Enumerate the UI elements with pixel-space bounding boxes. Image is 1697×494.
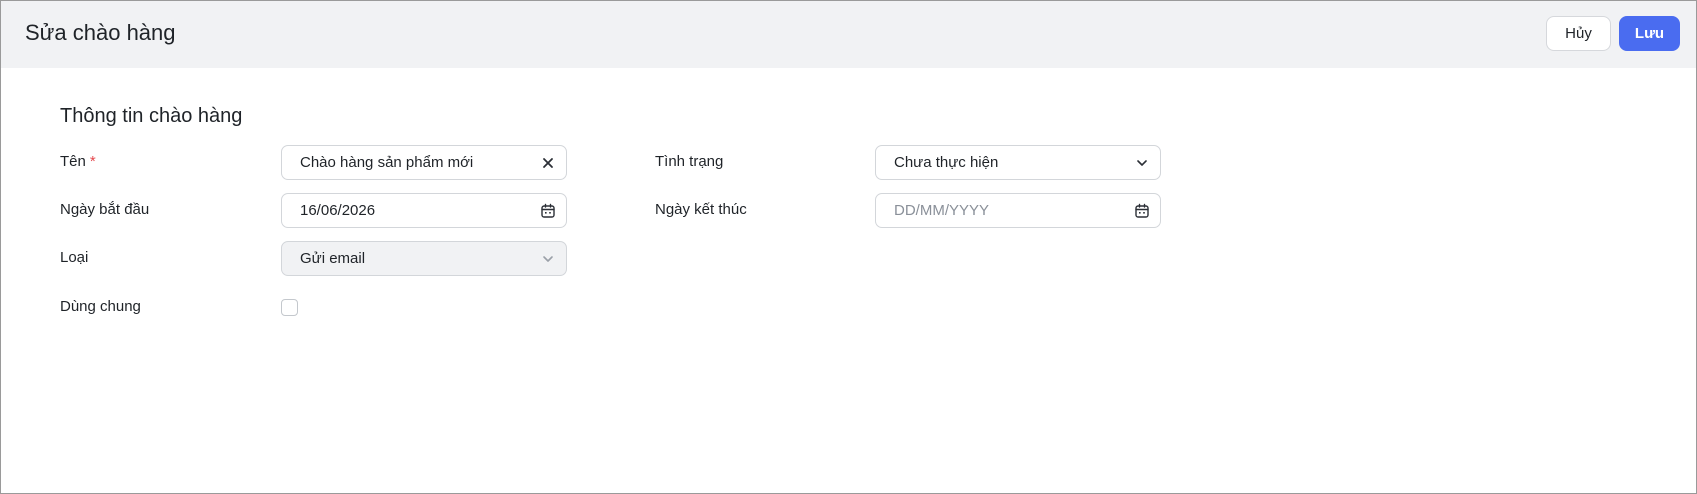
name-label: Tên * [60, 152, 96, 172]
end-date-placeholder: DD/MM/YYYY [894, 202, 990, 219]
start-date-field[interactable]: 16/06/2026 [281, 193, 567, 228]
type-label: Loại [60, 249, 89, 266]
end-date-label: Ngày kết thúc [655, 201, 747, 218]
name-label-text: Tên [60, 153, 86, 170]
name-field-value: Chào hàng sản phẩm mới [300, 154, 474, 171]
calendar-icon[interactable] [539, 202, 557, 220]
shared-checkbox[interactable] [281, 299, 298, 316]
start-date-value: 16/06/2026 [300, 202, 376, 219]
section-title: Thông tin chào hàng [60, 105, 243, 127]
status-label: Tình trạng [655, 153, 724, 170]
save-button[interactable]: Lưu [1619, 16, 1680, 51]
edit-offer-window: Sửa chào hàng Hủy Lưu Thông tin chào hàn… [0, 0, 1697, 494]
type-select-value: Gửi email [300, 250, 366, 267]
chevron-down-icon [539, 250, 557, 268]
name-field[interactable]: Chào hàng sản phẩm mới [281, 145, 567, 180]
status-select-value: Chưa thực hiện [894, 154, 999, 171]
end-date-field[interactable]: DD/MM/YYYY [875, 193, 1161, 228]
type-select: Gửi email [281, 241, 567, 276]
required-mark: * [89, 153, 96, 170]
page-title: Sửa chào hàng [25, 20, 176, 45]
cancel-button[interactable]: Hủy [1546, 16, 1611, 51]
calendar-icon[interactable] [1133, 202, 1151, 220]
chevron-down-icon [1133, 154, 1151, 172]
shared-label: Dùng chung [60, 298, 141, 315]
start-date-label: Ngày bắt đầu [60, 201, 150, 218]
status-select[interactable]: Chưa thực hiện [875, 145, 1161, 180]
page-header: Sửa chào hàng Hủy Lưu [1, 1, 1696, 68]
clear-icon[interactable] [539, 154, 557, 172]
